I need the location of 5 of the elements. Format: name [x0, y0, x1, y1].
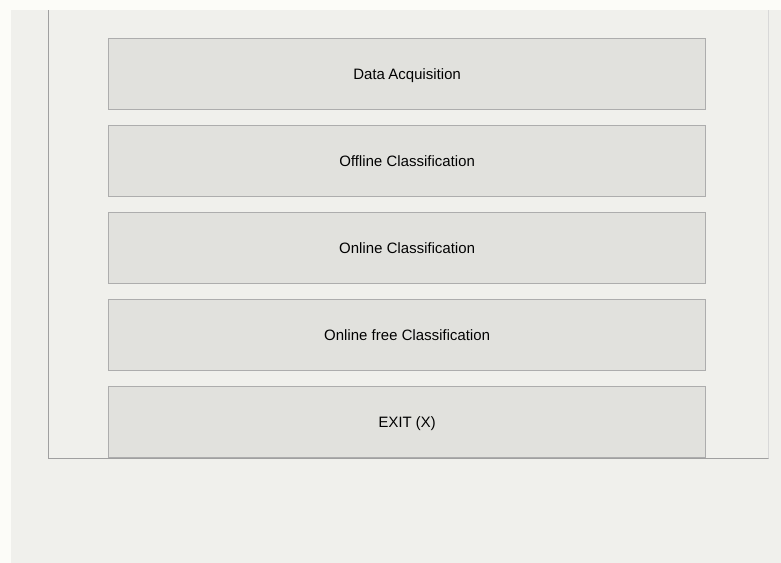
menu-button[interactable]: Offline Classification	[108, 125, 706, 197]
menu-button[interactable]: Online free Classification	[108, 299, 706, 371]
menu-button[interactable]: Online Classification	[108, 212, 706, 284]
menu-button[interactable]: Data Acquisition	[108, 38, 706, 110]
menu-button[interactable]: EXIT (X)	[108, 386, 706, 458]
